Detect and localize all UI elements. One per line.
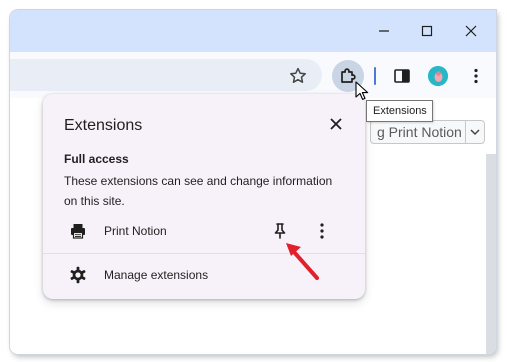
manage-extensions-label: Manage extensions xyxy=(104,268,209,282)
minimize-icon xyxy=(379,30,389,32)
star-icon xyxy=(290,67,306,83)
mouse-cursor-icon xyxy=(355,81,369,101)
screenshot-frame: g Print Notion Extensions Full access Th… xyxy=(0,0,507,362)
extension-name: Print Notion xyxy=(104,224,167,238)
close-icon xyxy=(465,25,477,37)
minimize-button[interactable] xyxy=(371,18,397,44)
avatar[interactable] xyxy=(428,66,448,86)
side-panel-icon xyxy=(394,69,410,83)
close-icon xyxy=(330,118,342,130)
annotation-arrow-icon xyxy=(280,238,324,284)
bookmark-star-button[interactable] xyxy=(288,66,308,86)
page-scrollbar[interactable] xyxy=(486,154,496,354)
chevron-down-icon xyxy=(470,129,480,136)
browser-toolbar xyxy=(10,52,496,98)
full-access-description: These extensions can see and change info… xyxy=(64,174,333,208)
close-window-button[interactable] xyxy=(458,18,484,44)
maximize-icon xyxy=(421,25,433,37)
kebab-menu-icon xyxy=(474,68,478,84)
printer-icon xyxy=(69,222,87,240)
browser-menu-button[interactable] xyxy=(466,66,486,86)
profile-avatar-icon xyxy=(428,66,448,86)
side-panel-button[interactable] xyxy=(392,66,412,86)
toolbar-separator xyxy=(374,67,376,85)
extensions-tooltip: Extensions xyxy=(366,100,433,122)
page-dropdown-button[interactable] xyxy=(465,120,485,144)
full-access-heading: Full access xyxy=(64,152,129,166)
popup-close-button[interactable] xyxy=(326,114,346,134)
gear-icon xyxy=(69,266,87,284)
address-bar[interactable] xyxy=(10,59,322,91)
maximize-button[interactable] xyxy=(414,18,440,44)
title-bar xyxy=(10,10,496,52)
page-print-notion-button[interactable]: g Print Notion xyxy=(370,120,465,144)
popup-title: Extensions xyxy=(64,117,143,134)
